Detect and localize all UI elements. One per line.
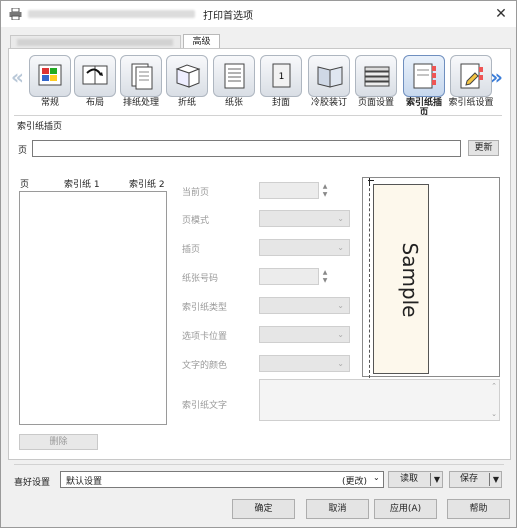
printer-icon bbox=[9, 8, 22, 20]
tab-settings-icon bbox=[460, 63, 483, 89]
delete-button[interactable]: 删除 bbox=[19, 434, 98, 450]
preview-sample-text: Sample bbox=[398, 242, 422, 318]
ribbon-layout[interactable] bbox=[74, 55, 116, 97]
insert-select[interactable]: ⌄ bbox=[259, 239, 350, 256]
ok-button[interactable]: 确定 bbox=[232, 499, 295, 519]
ribbon-label-fold: 折纸 bbox=[177, 98, 196, 108]
apply-button[interactable]: 应用(A) bbox=[374, 499, 437, 519]
ribbon-general[interactable] bbox=[29, 55, 71, 97]
ribbon-paper[interactable] bbox=[213, 55, 255, 97]
split-separator bbox=[489, 473, 490, 486]
title-bar: 打印首选项 ✕ bbox=[1, 1, 516, 27]
current-page-label: 当前页 bbox=[182, 188, 210, 198]
page-mode-select[interactable]: ⌄ bbox=[259, 210, 350, 227]
ribbon-tab-settings[interactable] bbox=[450, 55, 492, 97]
ribbon-label-perfect-bind: 冷胶装订 bbox=[310, 98, 347, 108]
tab-text-area[interactable]: ⌃ ⌄ bbox=[259, 379, 500, 421]
scroll-left-arrow[interactable]: « bbox=[11, 67, 24, 87]
close-button[interactable]: ✕ bbox=[490, 3, 512, 25]
spin-arrows-icon: ▲ ▼ bbox=[322, 183, 328, 198]
section-divider bbox=[14, 115, 502, 116]
finishing-icon bbox=[131, 63, 153, 90]
insert-label: 插页 bbox=[182, 245, 201, 255]
spin-arrows-icon: ▲ ▼ bbox=[322, 269, 328, 284]
list-header-tab2: 索引纸 2 bbox=[129, 180, 165, 190]
ribbon-label-tab-settings: 索引纸设置 bbox=[448, 98, 494, 108]
split-separator bbox=[430, 473, 431, 486]
chevron-down-icon: ⌄ bbox=[337, 243, 344, 252]
list-header-page: 页 bbox=[20, 180, 30, 190]
help-button[interactable]: 帮助 bbox=[447, 499, 510, 519]
chevron-down-icon: ⌄ bbox=[373, 473, 380, 482]
tab-insert-icon bbox=[413, 63, 436, 89]
paper-number-spinner[interactable]: ▲ ▼ bbox=[259, 268, 327, 285]
page-label: 页 bbox=[18, 146, 28, 156]
ribbon-perfect-bind[interactable] bbox=[308, 55, 350, 97]
text-color-label: 文字的颜色 bbox=[182, 361, 228, 371]
svg-text:1: 1 bbox=[279, 72, 285, 82]
tab-position-label: 选项卡位置 bbox=[182, 332, 228, 342]
save-button-label: 保存 bbox=[459, 474, 478, 484]
page-mode-label: 页模式 bbox=[182, 216, 210, 226]
favorites-select[interactable]: 默认设置 (更改) ⌄ bbox=[60, 471, 384, 488]
ribbon-fold[interactable] bbox=[166, 55, 208, 97]
scroll-up-icon: ⌃ bbox=[491, 382, 497, 390]
general-icon bbox=[38, 64, 62, 86]
page-input[interactable] bbox=[32, 140, 461, 157]
ribbon-cover[interactable]: 1 bbox=[260, 55, 302, 97]
tab-page-list[interactable] bbox=[19, 191, 167, 425]
paper-number-label: 纸张号码 bbox=[182, 274, 219, 284]
ribbon-label-finishing: 排纸处理 bbox=[122, 98, 159, 108]
cancel-button[interactable]: 取消 bbox=[306, 499, 369, 519]
chevron-down-icon: ⌄ bbox=[337, 330, 344, 339]
read-button-label: 读取 bbox=[399, 474, 418, 484]
ribbon-page-setup[interactable] bbox=[355, 55, 397, 97]
favorites-label: 喜好设置 bbox=[14, 478, 51, 488]
caret-down-icon[interactable]: ▼ bbox=[432, 473, 442, 486]
favorites-value: 默认设置 bbox=[66, 477, 103, 487]
tab-label-redacted bbox=[17, 39, 173, 46]
print-preferences-window: 打印首选项 ✕ 高级 « » 1 常规 布局 排纸处理 折纸 纸张 封面 冷胶装… bbox=[0, 0, 517, 528]
window-title: 打印首选项 bbox=[203, 11, 253, 22]
text-color-select[interactable]: ⌄ bbox=[259, 355, 350, 372]
tab-text-label: 索引纸文字 bbox=[182, 401, 228, 411]
tab-type-label: 索引纸类型 bbox=[182, 303, 228, 313]
preview-pane: Sample bbox=[362, 177, 500, 378]
ribbon-finishing[interactable] bbox=[120, 55, 162, 97]
read-button[interactable]: 读取 ▼ bbox=[388, 471, 443, 488]
ribbon-label-paper: 纸张 bbox=[224, 98, 243, 108]
section-title: 索引纸插页 bbox=[17, 122, 63, 132]
page-setup-icon bbox=[364, 66, 390, 87]
ribbon-label-page-setup: 页面设置 bbox=[357, 98, 394, 108]
update-button[interactable]: 更新 bbox=[468, 140, 499, 156]
bottom-divider bbox=[14, 464, 504, 465]
preview-tab-sheet: Sample bbox=[373, 184, 429, 374]
ribbon-tab-insert[interactable] bbox=[403, 55, 445, 97]
binding-line bbox=[369, 178, 370, 378]
layout-icon bbox=[82, 65, 108, 85]
tab-printer-name[interactable] bbox=[10, 35, 181, 49]
chevron-down-icon: ⌄ bbox=[337, 359, 344, 368]
ribbon-label-layout: 布局 bbox=[85, 98, 104, 108]
current-page-spinner[interactable]: ▲ ▼ bbox=[259, 182, 327, 199]
scroll-down-icon: ⌄ bbox=[491, 410, 497, 418]
printer-name-redacted bbox=[28, 10, 195, 18]
tab-type-select[interactable]: ⌄ bbox=[259, 297, 350, 314]
binding-mark-vertical bbox=[369, 178, 370, 186]
list-header-tab1: 索引纸 1 bbox=[64, 180, 100, 190]
paper-icon bbox=[224, 63, 245, 89]
caret-down-icon[interactable]: ▼ bbox=[491, 473, 501, 486]
tab-position-select[interactable]: ⌄ bbox=[259, 326, 350, 343]
chevron-down-icon: ⌄ bbox=[337, 301, 344, 310]
favorites-changed: (更改) bbox=[342, 477, 368, 487]
ribbon-label-cover: 封面 bbox=[271, 98, 290, 108]
chevron-down-icon: ⌄ bbox=[337, 214, 344, 223]
fold-icon bbox=[175, 64, 201, 88]
perfect-bind-icon bbox=[317, 66, 343, 88]
save-button[interactable]: 保存 ▼ bbox=[449, 471, 502, 488]
cover-icon: 1 bbox=[272, 63, 291, 88]
